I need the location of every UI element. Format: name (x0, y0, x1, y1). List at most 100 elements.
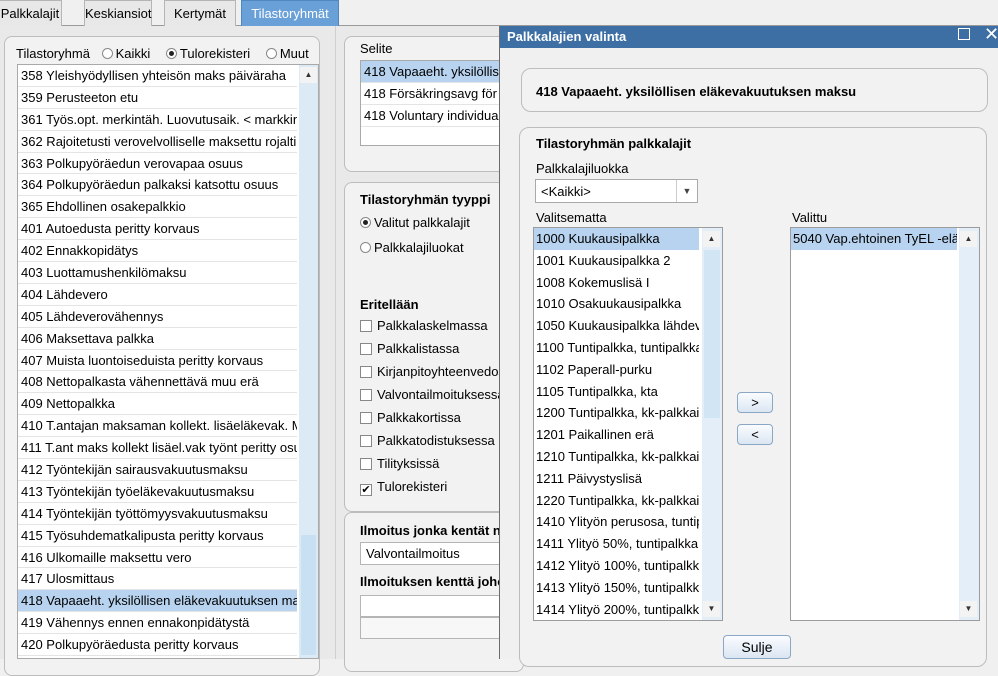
eritellaan-checkbox[interactable]: Palkkakortissa (360, 410, 500, 433)
tilastoryhma-row[interactable]: 359 Perusteeton etu (18, 87, 297, 109)
tilastoryhma-row[interactable]: 408 Nettopalkasta vähennettävä muu erä (18, 371, 297, 394)
selite-row[interactable]: 418 Försäkringsavg för frivillig individ… (361, 83, 509, 105)
add-button[interactable]: > (737, 392, 773, 413)
scroll-down-icon[interactable]: ▼ (960, 601, 977, 617)
valitsematta-row[interactable]: 1411 Ylityö 50%, tuntipalkka (534, 533, 699, 555)
valitsematta-row[interactable]: 1413 Ylityö 150%, tuntipalkka (534, 577, 699, 599)
valitsematta-row[interactable]: 1220 Tuntipalkka, kk-palkkaiset (534, 490, 699, 512)
tilastoryhma-row[interactable]: 403 Luottamushenkilömaksu (18, 262, 297, 284)
tilastoryhma-row[interactable]: 405 Lähdeverovähennys (18, 306, 297, 328)
tilastoryhma-row[interactable]: 411 T.ant maks kollekt lisäel.vak työnt … (18, 437, 297, 460)
selite-list[interactable]: 418 Vapaaeht. yksilöllisen eläkevakuutuk… (360, 60, 510, 146)
radio-kaikki[interactable]: Kaikki (101, 46, 150, 61)
tilastoryhma-row[interactable]: 363 Polkupyöräedun verovapaa osuus (18, 153, 297, 175)
checkbox-box[interactable] (360, 458, 372, 470)
eritellaan-checkbox[interactable]: Tilityksissä (360, 456, 500, 479)
selite-row[interactable]: 418 Voluntary individual pension insuran… (361, 105, 509, 127)
valitsematta-row[interactable]: 1211 Päivystyslisä (534, 468, 699, 490)
valitsematta-row[interactable]: 1102 Paperall-purku (534, 359, 699, 381)
selite-row[interactable]: 418 Vapaaeht. yksilöllisen eläkevakuutuk… (361, 61, 509, 83)
valitsematta-row[interactable]: 1105 Tuntipalkka, kta (534, 381, 699, 403)
eritellaan-checkbox[interactable]: ✔ Tulorekisteri (360, 479, 500, 502)
radio-valitut-palkkalajit[interactable]: Valitut palkkalajit (360, 215, 470, 230)
ilmoitus-field-input-2[interactable] (360, 617, 510, 639)
checkbox-box[interactable] (360, 412, 372, 424)
tilastoryhma-list[interactable]: 358 Yleishyödyllisen yhteisön maks päivä… (17, 64, 319, 659)
checkbox-box[interactable] (360, 435, 372, 447)
chevron-down-icon[interactable]: ▼ (676, 180, 697, 202)
checkbox-box[interactable] (360, 389, 372, 401)
scroll-up-icon[interactable]: ▲ (300, 67, 317, 83)
valitsematta-row[interactable]: 1010 Osakuukausipalkka (534, 293, 699, 315)
tab-keskiansiot[interactable]: Keskiansiot (84, 0, 152, 26)
tilastoryhma-row[interactable]: 404 Lähdevero (18, 284, 297, 306)
close-icon[interactable]: ✕ (984, 24, 998, 45)
eritellaan-checkbox[interactable]: Palkkatodistuksessa (360, 433, 500, 456)
eritellaan-checkbox[interactable]: Palkkalaskelmassa (360, 318, 500, 341)
tilastoryhma-row[interactable]: 407 Muista luontoiseduista peritty korva… (18, 350, 297, 372)
valitsematta-row[interactable]: 1200 Tuntipalkka, kk-palkkaiset (534, 402, 699, 424)
valitsematta-list[interactable]: 1000 Kuukausipalkka 1001 Kuukausipalkka 2… (533, 227, 723, 621)
valitsematta-scrollbar[interactable]: ▲ ▼ (702, 228, 722, 620)
scroll-thumb[interactable] (704, 250, 720, 418)
scroll-thumb[interactable] (301, 535, 316, 655)
tilastoryhma-row[interactable]: 419 Vähennys ennen ennakonpidätystä (18, 612, 297, 635)
checkbox-box[interactable] (360, 320, 372, 332)
valitsematta-row[interactable]: 1201 Paikallinen erä (534, 424, 699, 446)
valittu-scrollbar[interactable]: ▲ ▼ (959, 228, 979, 620)
valittu-row[interactable]: 5040 Vap.ehtoinen TyEL -eläkevakuutus (791, 228, 957, 250)
radio-palkkalajiluokat[interactable]: Palkkalajiluokat (360, 240, 464, 255)
radio-tulorekisteri-label: Tulorekisteri (179, 46, 251, 61)
scroll-up-icon[interactable]: ▲ (703, 231, 720, 247)
tilastoryhma-scrollbar[interactable]: ▲ (299, 65, 318, 658)
tab-palkkalajit[interactable]: Palkkalajit (0, 0, 62, 26)
tilastoryhma-row[interactable]: 420 Polkupyöräedusta peritty korvaus (18, 634, 297, 657)
radio-tulorekisteri[interactable]: Tulorekisteri (165, 46, 251, 61)
valitsematta-row[interactable]: 1414 Ylityö 200%, tuntipalkka (534, 599, 699, 620)
valitsematta-row[interactable]: 1001 Kuukausipalkka 2 (534, 250, 699, 272)
valittu-list[interactable]: 5040 Vap.ehtoinen TyEL -eläkevakuutus ▲ … (790, 227, 980, 621)
remove-button[interactable]: < (737, 424, 773, 445)
tab-tilastoryhmat[interactable]: Tilastoryhmät (241, 0, 339, 26)
tilastoryhma-row[interactable]: 414 Työntekijän työttömyysvakuutusmaksu (18, 503, 297, 525)
sulje-button[interactable]: Sulje (723, 635, 791, 659)
valitsematta-row[interactable]: 1210 Tuntipalkka, kk-palkkaiset (534, 446, 699, 468)
tilastoryhma-row[interactable]: 412 Työntekijän sairausvakuutusmaksu (18, 459, 297, 481)
checkbox-box[interactable]: ✔ (360, 484, 372, 496)
valitsematta-row[interactable]: 1050 Kuukausipalkka lähdevero (534, 315, 699, 337)
tab-kertymat[interactable]: Kertymät (164, 0, 236, 26)
tilastoryhma-row[interactable]: 415 Työsuhdematkalipusta peritty korvaus (18, 525, 297, 547)
tilastoryhma-label: Tilastoryhmä (16, 46, 90, 61)
valitsematta-row[interactable]: 1008 Kokemuslisä I (534, 272, 699, 294)
tilastoryhma-row[interactable]: 365 Ehdollinen osakepalkkio (18, 196, 297, 219)
eritellaan-checkbox[interactable]: Kirjanpitoyhteenvedossa (360, 364, 519, 387)
ilmoitus-field-input[interactable] (360, 595, 510, 617)
tilastoryhma-row[interactable]: 409 Nettopalkka (18, 393, 297, 416)
tilastoryhma-row[interactable]: 361 Työs.opt. merkintäh. Luovutusaik. < … (18, 109, 297, 131)
maximize-icon[interactable] (958, 28, 970, 40)
eritellaan-checkbox[interactable]: Palkkalistassa (360, 341, 500, 364)
tilastoryhma-row[interactable]: 358 Yleishyödyllisen yhteisön maks päivä… (18, 65, 297, 87)
tilastoryhma-row[interactable]: 401 Autoedusta peritty korvaus (18, 218, 297, 241)
tilastoryhma-row[interactable]: 402 Ennakkopidätys (18, 240, 297, 263)
checkbox-box[interactable] (360, 343, 372, 355)
eritellaan-checkbox[interactable]: Valvontailmoituksessa (360, 387, 505, 410)
scroll-up-icon[interactable]: ▲ (960, 231, 977, 247)
tilastoryhma-row[interactable]: 413 Työntekijän työeläkevakuutusmaksu (18, 481, 297, 503)
valitsematta-row[interactable]: 1000 Kuukausipalkka (534, 228, 699, 250)
checkbox-box[interactable] (360, 366, 372, 378)
ilmoitus-select[interactable]: Valvontailmoitus (360, 542, 510, 565)
tilastoryhma-row[interactable]: 362 Rajoitetusti verovelvolliselle makse… (18, 131, 297, 153)
tilastoryhma-row[interactable]: 406 Maksettava palkka (18, 328, 297, 350)
valitsematta-row[interactable]: 1412 Ylityö 100%, tuntipalkka (534, 555, 699, 577)
tilastoryhma-row[interactable]: 418 Vapaaeht. yksilöllisen eläkevakuutuk… (18, 590, 297, 613)
scroll-down-icon[interactable]: ▼ (703, 601, 720, 617)
palkkalajiluokka-combo[interactable]: <Kaikki> ▼ (535, 179, 698, 203)
valitsematta-row[interactable]: 1410 Ylityön perusosa, tuntipalkka (534, 511, 699, 533)
tilastoryhma-row[interactable]: 416 Ulkomaille maksettu vero (18, 547, 297, 569)
valitsematta-row[interactable]: 1100 Tuntipalkka, tuntipalkkaiset (534, 337, 699, 359)
radio-muut[interactable]: Muut (265, 46, 309, 61)
tilastoryhma-row[interactable]: 364 Polkupyöräedun palkaksi katsottu osu… (18, 174, 297, 197)
tilastoryhma-row[interactable]: 417 Ulosmittaus (18, 568, 297, 591)
tilastoryhma-row[interactable]: 410 T.antajan maksaman kollekt. lisäeläk… (18, 415, 297, 438)
